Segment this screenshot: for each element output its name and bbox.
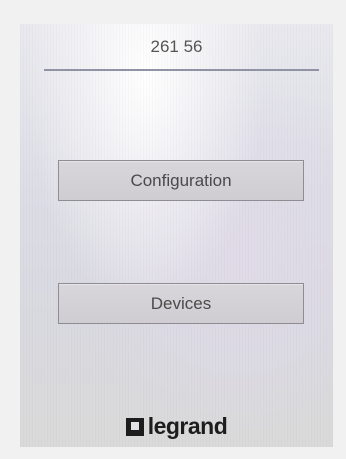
touch-screen: 261 56 Configuration Devices legrand <box>20 24 333 447</box>
header-value: 261 56 <box>150 37 203 56</box>
legrand-mark-icon <box>125 417 144 436</box>
brand-name: legrand <box>147 413 228 439</box>
configuration-button-label: Configuration <box>130 170 232 190</box>
brand-logo: legrand <box>20 413 333 440</box>
configuration-button[interactable]: Configuration <box>58 160 304 201</box>
header-divider <box>44 69 319 71</box>
devices-button-label: Devices <box>150 293 212 313</box>
device-bezel: 261 56 Configuration Devices legrand <box>0 0 346 459</box>
devices-button[interactable]: Devices <box>58 283 304 324</box>
